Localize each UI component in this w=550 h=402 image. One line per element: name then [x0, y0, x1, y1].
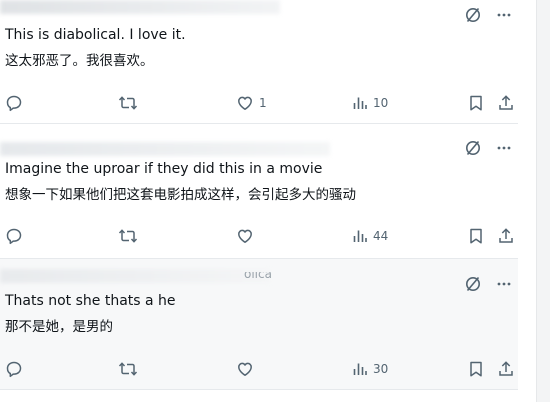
share-icon	[497, 227, 515, 245]
share-button[interactable]	[497, 359, 515, 379]
reply-button[interactable]	[5, 93, 23, 113]
reply-feed: This is diabolical. I love it. 这太邪恶了。我很喜…	[0, 0, 550, 402]
blurred-author-header	[0, 269, 270, 283]
like-button[interactable]: 1	[236, 93, 267, 113]
post-text-chinese: 这太邪恶了。我很喜欢。	[5, 53, 154, 69]
views-icon	[352, 361, 368, 377]
share-button[interactable]	[497, 93, 515, 113]
more-icon[interactable]	[496, 7, 512, 23]
like-count: 1	[259, 96, 267, 110]
like-button[interactable]	[236, 226, 259, 246]
views-count: 10	[373, 96, 389, 110]
share-button[interactable]	[497, 226, 515, 246]
post-corner-controls	[464, 275, 512, 293]
bookmark-icon	[468, 360, 484, 378]
reply-icon	[5, 94, 23, 112]
reply-button[interactable]	[5, 359, 23, 379]
share-icon	[497, 94, 515, 112]
retweet-icon	[118, 94, 138, 112]
views-icon	[352, 95, 368, 111]
views-button[interactable]: 30	[352, 359, 388, 379]
heart-icon	[236, 227, 254, 245]
reply-post[interactable]: olica Thats not she thats a he 那不是她，是男的	[0, 259, 518, 390]
views-icon	[352, 228, 368, 244]
heart-icon	[236, 360, 254, 378]
reply-post[interactable]: Imagine the uproar if they did this in a…	[0, 124, 518, 259]
heart-icon	[236, 94, 254, 112]
post-action-bar: 30	[0, 359, 518, 379]
post-text-chinese: 那不是她，是男的	[5, 319, 113, 335]
share-icon	[497, 360, 515, 378]
reply-icon	[5, 227, 23, 245]
scrollbar-track[interactable]	[536, 0, 550, 402]
post-corner-controls	[464, 139, 512, 157]
retweet-button[interactable]	[118, 226, 138, 246]
post-text-chinese: 想象一下如果他们把这套电影拍成这样，会引起多大的骚动	[5, 187, 356, 203]
views-count: 44	[373, 229, 389, 243]
views-button[interactable]: 10	[352, 93, 388, 113]
reply-icon	[5, 360, 23, 378]
partially-visible-header-text: olica	[244, 272, 272, 281]
post-action-bar: 44	[0, 226, 518, 246]
post-action-bar: 1 10	[0, 93, 518, 113]
bookmark-button[interactable]	[468, 93, 484, 113]
post-corner-controls	[464, 6, 512, 24]
views-count: 30	[373, 362, 389, 376]
blurred-author-header	[0, 142, 330, 156]
more-icon[interactable]	[496, 276, 512, 292]
grok-slash-icon[interactable]	[464, 139, 482, 157]
blurred-author-header	[0, 0, 280, 14]
reply-post[interactable]: This is diabolical. I love it. 这太邪恶了。我很喜…	[0, 0, 518, 124]
grok-slash-icon[interactable]	[464, 6, 482, 24]
post-text-english: This is diabolical. I love it.	[5, 27, 186, 43]
like-button[interactable]	[236, 359, 259, 379]
retweet-button[interactable]	[118, 359, 138, 379]
more-icon[interactable]	[496, 140, 512, 156]
retweet-icon	[118, 227, 138, 245]
post-text-english: Imagine the uproar if they did this in a…	[5, 161, 323, 177]
grok-slash-icon[interactable]	[464, 275, 482, 293]
bookmark-button[interactable]	[468, 359, 484, 379]
reply-button[interactable]	[5, 226, 23, 246]
bookmark-button[interactable]	[468, 226, 484, 246]
bookmark-icon	[468, 227, 484, 245]
post-text-english: Thats not she thats a he	[5, 293, 176, 309]
retweet-button[interactable]	[118, 93, 138, 113]
retweet-icon	[118, 360, 138, 378]
bookmark-icon	[468, 94, 484, 112]
views-button[interactable]: 44	[352, 226, 388, 246]
